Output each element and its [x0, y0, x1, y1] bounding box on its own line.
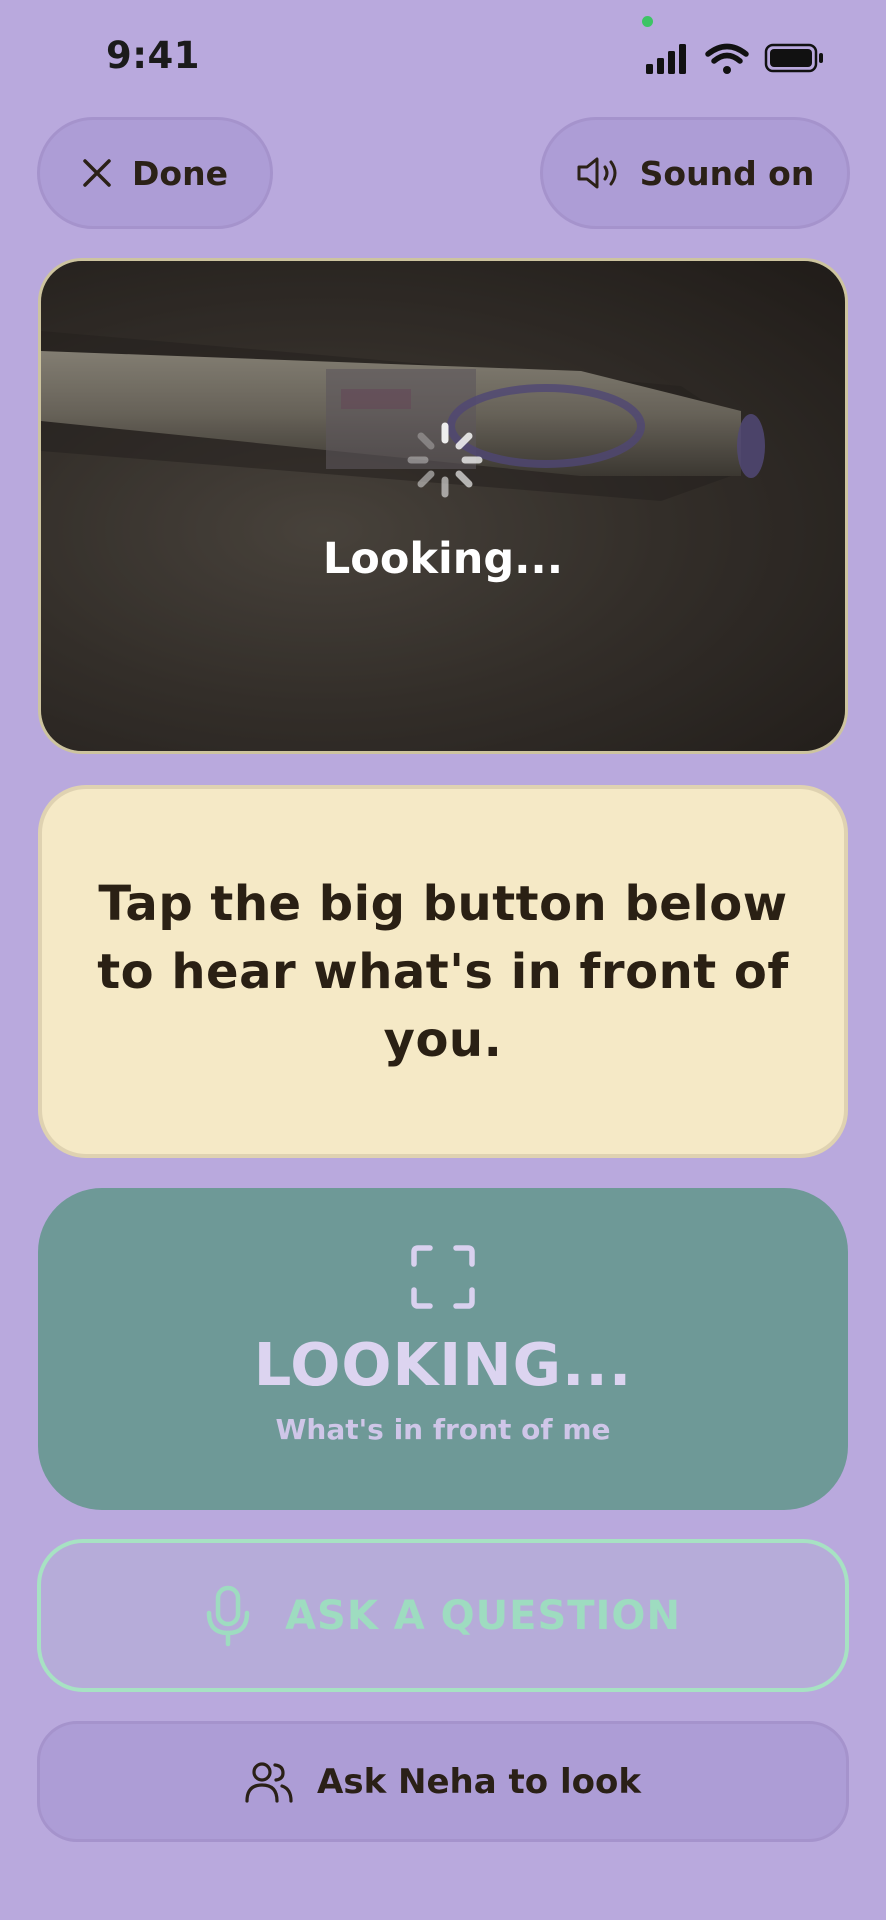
battery-icon — [764, 43, 823, 73]
status-icons — [646, 43, 823, 74]
microphone-icon — [206, 1585, 250, 1646]
instruction-card: Tap the big button below to hear what's … — [38, 785, 848, 1158]
close-icon — [83, 159, 111, 187]
ask-question-button[interactable]: ASK A QUESTION — [37, 1539, 849, 1692]
done-label: Done — [132, 153, 228, 193]
camera-status-label: Looking... — [322, 534, 564, 584]
main-button-subtitle: What's in front of me — [275, 1413, 611, 1446]
spinner-icon — [407, 422, 483, 498]
describe-scene-button[interactable]: LOOKING... What's in front of me — [38, 1188, 848, 1510]
camera-dim-overlay — [41, 261, 845, 751]
sound-label: Sound on — [639, 153, 815, 193]
ask-helper-label: Ask Neha to look — [317, 1761, 641, 1802]
camera-indicator-dot — [642, 16, 653, 27]
wifi-icon — [705, 43, 749, 74]
ask-helper-button[interactable]: Ask Neha to look — [37, 1721, 849, 1842]
ask-question-label: ASK A QUESTION — [285, 1592, 681, 1639]
people-icon — [245, 1761, 293, 1803]
camera-preview — [38, 258, 848, 754]
done-button[interactable]: Done — [37, 117, 273, 229]
sound-toggle-button[interactable]: Sound on — [540, 117, 850, 229]
instruction-text: Tap the big button below to hear what's … — [97, 875, 789, 1068]
main-button-title: LOOKING... — [253, 1330, 633, 1399]
status-time: 9:41 — [106, 34, 201, 77]
scan-frame-icon — [411, 1245, 475, 1309]
cellular-signal-icon — [646, 44, 686, 74]
speaker-icon — [577, 157, 617, 189]
